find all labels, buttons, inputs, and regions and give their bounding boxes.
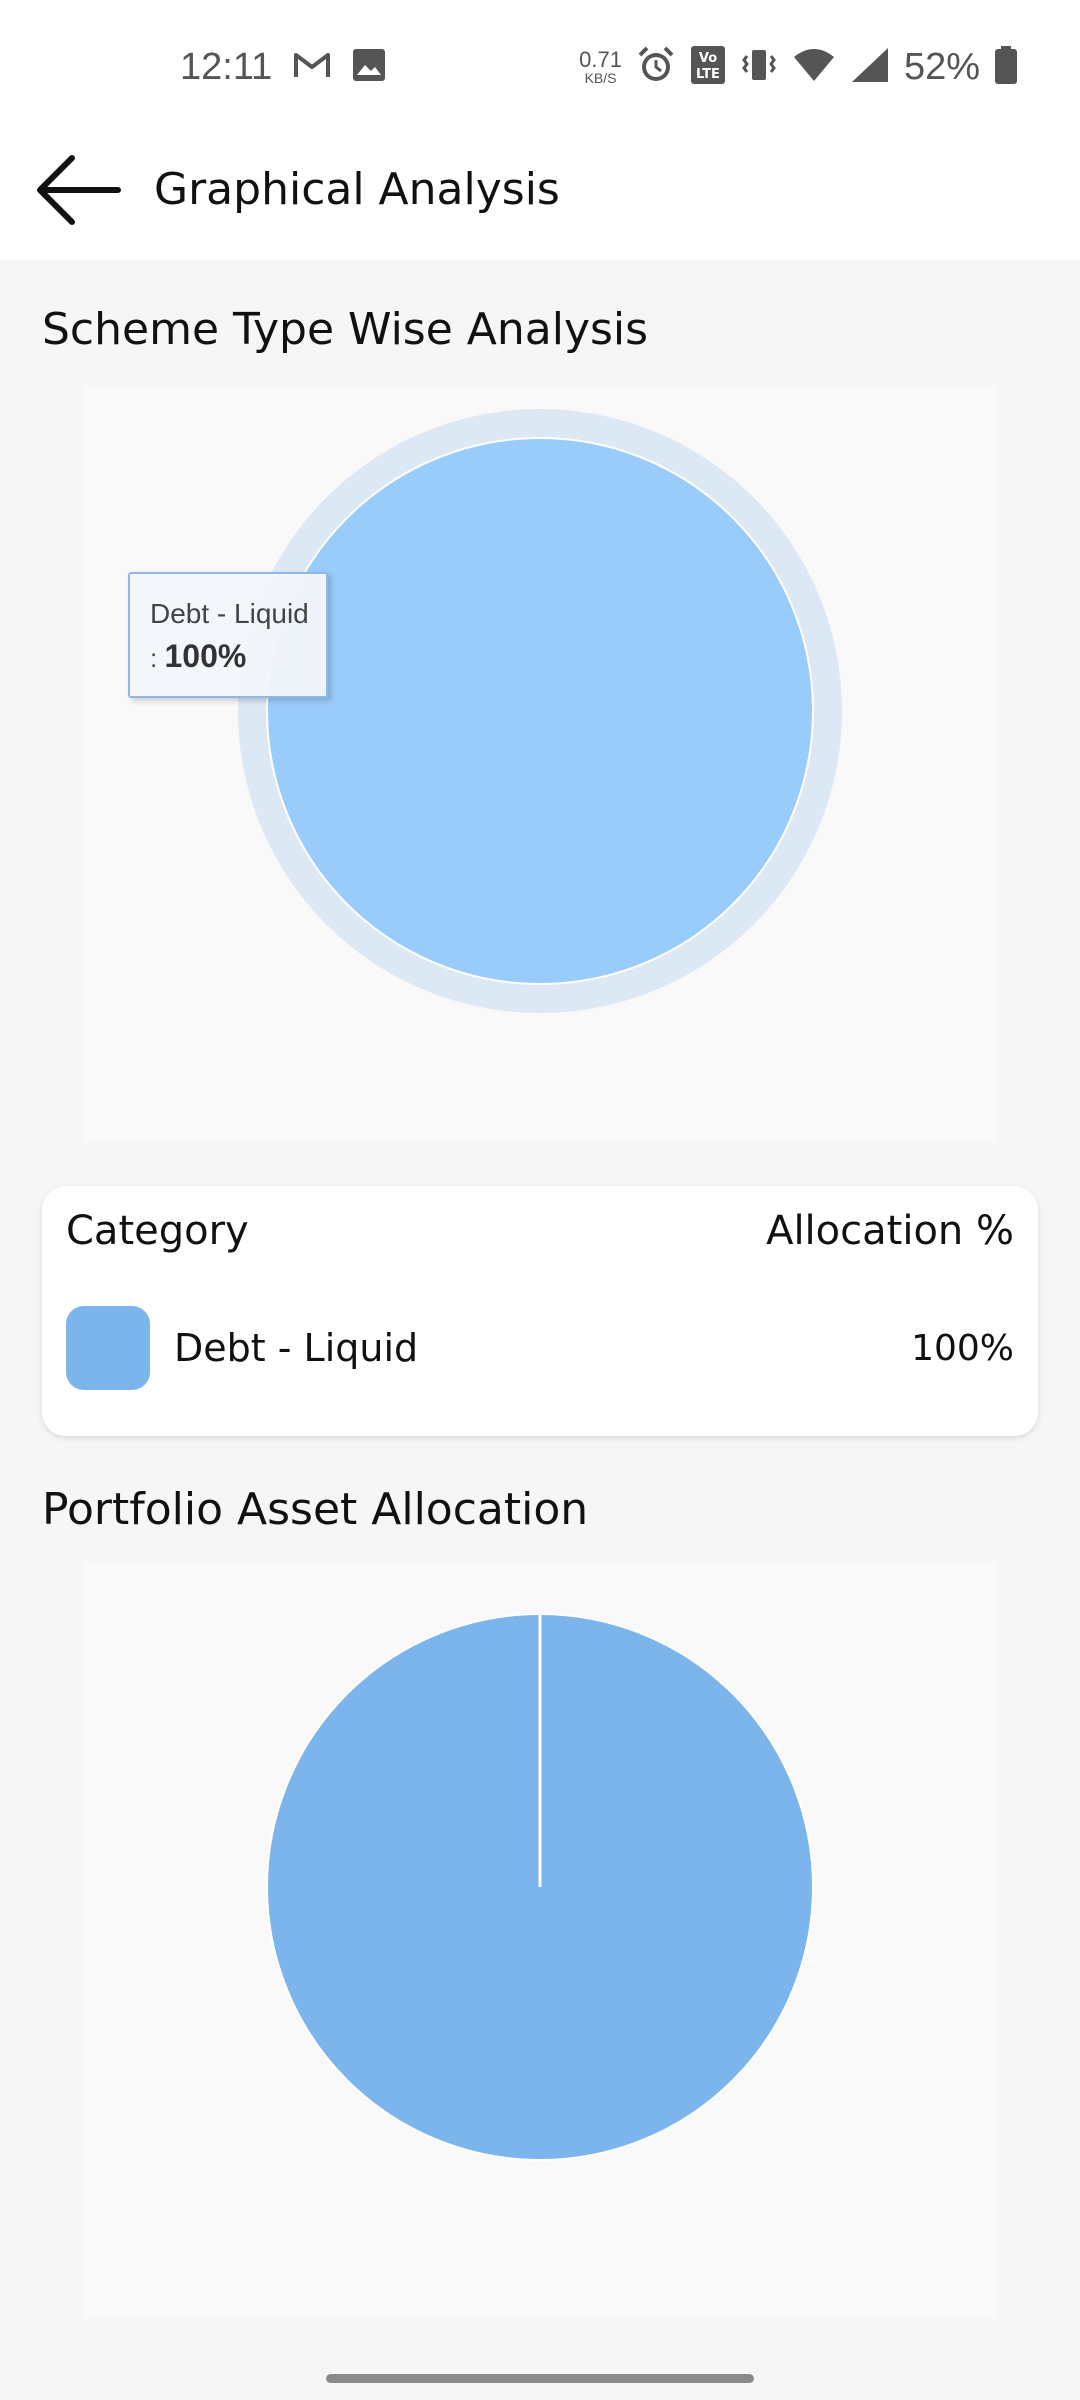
- net-speed: 0.71 KB/S: [579, 47, 622, 86]
- pie-slice[interactable]: [266, 437, 814, 985]
- back-button[interactable]: [28, 142, 128, 242]
- nav-bar: [0, 2356, 1080, 2400]
- legend-allocation-value: 100%: [911, 1327, 1014, 1369]
- status-left: 12:11: [180, 42, 386, 92]
- tooltip-value: 100%: [164, 638, 247, 674]
- gallery-icon: [352, 48, 386, 86]
- asset-chart-panel: [84, 1562, 996, 2318]
- arrow-left-icon: [34, 152, 122, 232]
- legend-header: Category Allocation %: [66, 1208, 1014, 1254]
- category-header: Category: [66, 1208, 249, 1254]
- scheme-chart-panel: [84, 386, 996, 1142]
- scheme-section-title: Scheme Type Wise Analysis: [42, 304, 649, 355]
- battery-percent: 52%: [903, 45, 980, 88]
- tooltip-value-line: : 100%: [150, 638, 326, 675]
- status-time: 12:11: [180, 45, 273, 88]
- tooltip-label: Debt - Liquid: [150, 598, 309, 629]
- gmail-icon: [292, 49, 332, 85]
- signal-icon: [850, 46, 890, 88]
- legend-card: Category Allocation % Debt - Liquid 100%: [42, 1186, 1038, 1436]
- battery-icon: [994, 45, 1018, 89]
- chart-tooltip: Debt - Liquid : 100%: [128, 572, 328, 698]
- page-title: Graphical Analysis: [154, 163, 560, 215]
- asset-pie-chart: [266, 1613, 814, 2161]
- tooltip-prefix: :: [150, 643, 158, 673]
- net-speed-value: 0.71: [579, 47, 622, 72]
- volte-icon: Vo LTE: [690, 45, 726, 89]
- app-bar: Graphical Analysis: [0, 130, 1080, 260]
- net-speed-unit: KB/S: [584, 70, 617, 86]
- svg-text:LTE: LTE: [696, 67, 720, 82]
- scheme-pie-chart: [238, 409, 842, 1013]
- asset-section-title: Portfolio Asset Allocation: [42, 1484, 589, 1535]
- wifi-icon: [792, 47, 836, 87]
- svg-text:Vo: Vo: [699, 51, 717, 66]
- legend-row[interactable]: Debt - Liquid 100%: [66, 1306, 1014, 1390]
- legend-category-name: Debt - Liquid: [174, 1326, 419, 1370]
- legend-swatch: [66, 1306, 150, 1390]
- alarm-icon: [636, 45, 676, 89]
- vibrate-icon: [740, 46, 778, 88]
- status-right: 0.71 KB/S Vo LTE 52%: [579, 42, 1018, 92]
- allocation-header: Allocation %: [766, 1208, 1014, 1254]
- status-bar: 12:11 0.71 KB/S Vo LTE 52%: [0, 0, 1080, 130]
- home-indicator[interactable]: [326, 2374, 754, 2383]
